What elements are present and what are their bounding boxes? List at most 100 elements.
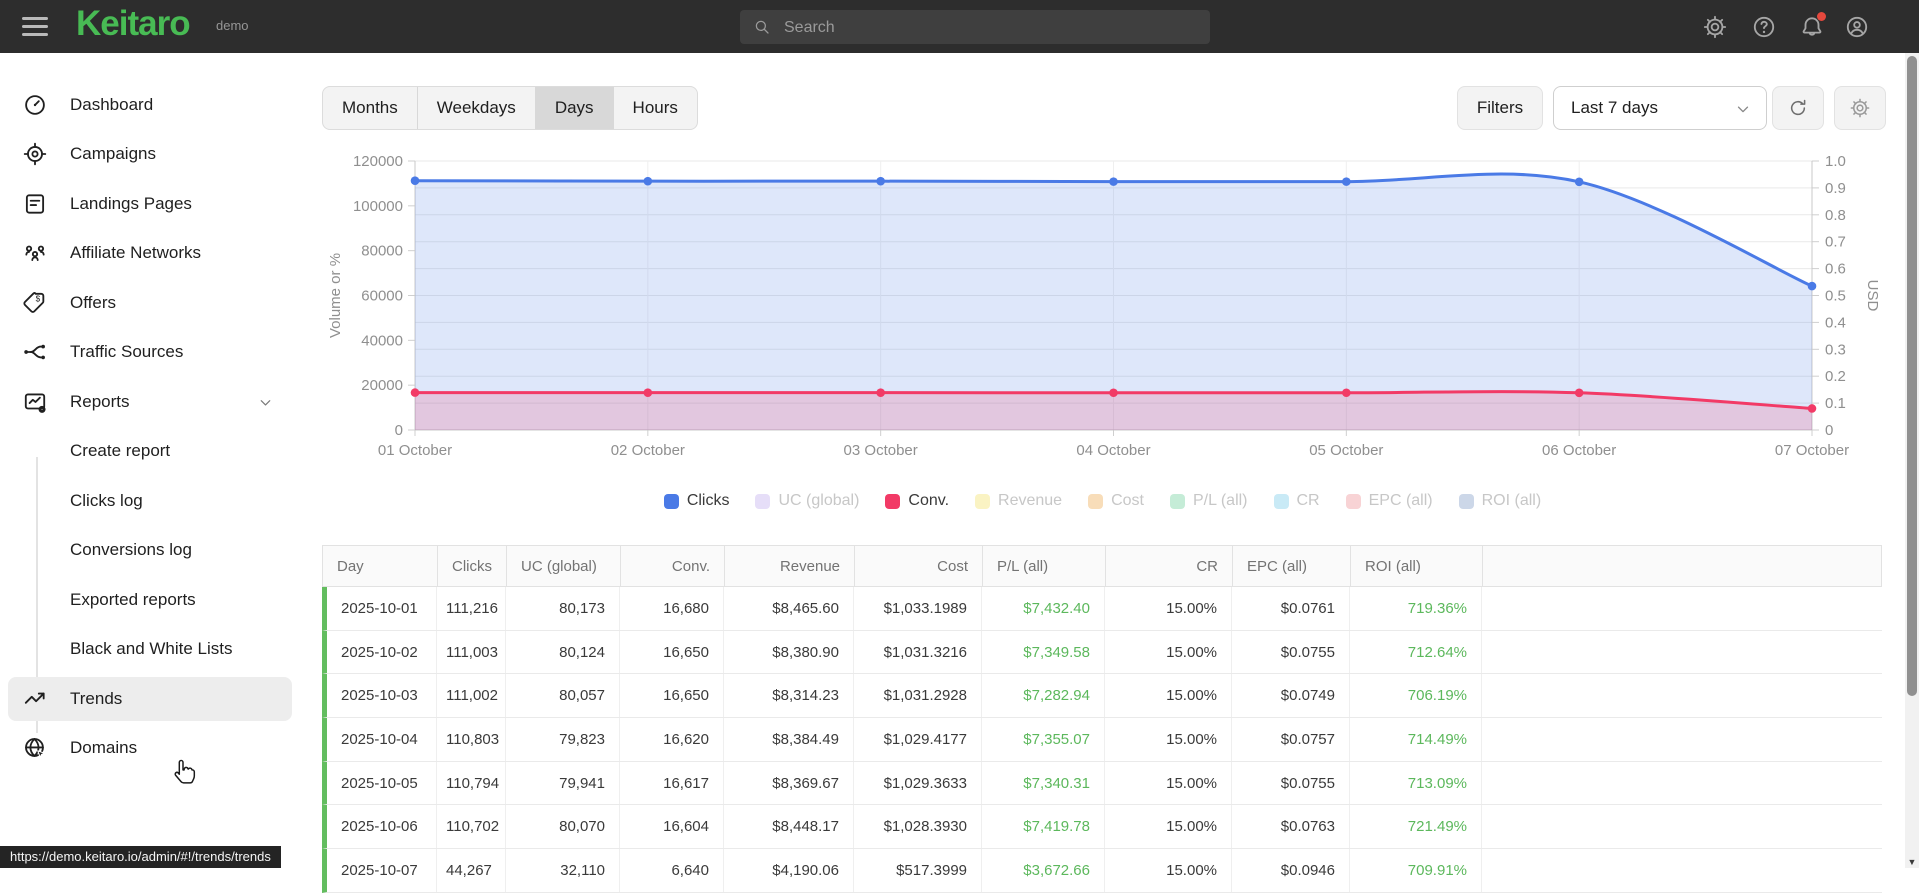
sidebar-item-label: Conversions log bbox=[70, 540, 192, 559]
sidebar-item-create-report[interactable]: Create report bbox=[8, 429, 292, 473]
chart-settings-button[interactable] bbox=[1834, 86, 1886, 130]
campaigns-icon bbox=[22, 141, 48, 167]
sidebar-item-label: Trends bbox=[70, 688, 123, 708]
sidebar-item-exported-reports[interactable]: Exported reports bbox=[8, 578, 292, 622]
svg-text:120000: 120000 bbox=[353, 153, 403, 170]
svg-text:0.3: 0.3 bbox=[1825, 341, 1846, 358]
legend-swatch bbox=[885, 493, 901, 509]
refresh-button[interactable] bbox=[1772, 86, 1824, 130]
sidebar-item-offers[interactable]: $ Offers bbox=[8, 281, 292, 325]
column-header-day[interactable]: Day bbox=[323, 546, 438, 586]
sidebar-item-traffic-sources[interactable]: Traffic Sources bbox=[8, 330, 292, 374]
help-icon[interactable] bbox=[1751, 14, 1777, 40]
cell-epc-all: $0.0761 bbox=[1232, 587, 1350, 630]
cell-cost: $1,029.4177 bbox=[854, 718, 982, 761]
tab-hours[interactable]: Hours bbox=[614, 87, 697, 129]
cell-day: 2025-10-01 bbox=[327, 587, 437, 630]
sidebar-item-domains[interactable]: Domains bbox=[8, 726, 292, 770]
sidebar-item-reports[interactable]: Reports bbox=[8, 380, 292, 424]
column-header-cr[interactable]: CR bbox=[1106, 546, 1233, 586]
scroll-down-arrow[interactable]: ▼ bbox=[1905, 855, 1919, 868]
legend-swatch bbox=[975, 493, 991, 509]
cell-conv: 6,640 bbox=[620, 849, 724, 892]
cell-epc-all: $0.0749 bbox=[1232, 674, 1350, 718]
cell-clicks: 44,267 bbox=[437, 849, 506, 892]
column-header-p-l-all[interactable]: P/L (all) bbox=[983, 546, 1106, 586]
legend-swatch bbox=[1169, 493, 1185, 509]
column-header-uc-global[interactable]: UC (global) bbox=[507, 546, 621, 586]
cell-clicks: 110,702 bbox=[437, 805, 506, 849]
cell-conv: 16,650 bbox=[620, 630, 724, 674]
cell-epc-all: $0.0763 bbox=[1232, 805, 1350, 849]
svg-text:05 October: 05 October bbox=[1309, 442, 1383, 459]
hamburger-menu-icon[interactable] bbox=[22, 17, 48, 36]
notifications-icon[interactable] bbox=[1799, 12, 1826, 40]
legend-swatch bbox=[663, 493, 679, 509]
sidebar-item-affiliate-networks[interactable]: Affiliate Networks bbox=[8, 231, 292, 275]
cell-revenue: $8,448.17 bbox=[724, 805, 854, 849]
cell-p-l-all: $7,282.94 bbox=[982, 674, 1105, 718]
legend-item-p-l-all[interactable]: P/L (all) bbox=[1169, 492, 1248, 510]
legend-item-roi-all[interactable]: ROI (all) bbox=[1458, 492, 1541, 510]
status-url-tooltip: https://demo.keitaro.io/admin/#!/trends/… bbox=[0, 846, 281, 868]
svg-text:60000: 60000 bbox=[361, 288, 403, 305]
gear-icon bbox=[1849, 97, 1871, 119]
date-range-select[interactable]: Last 7 days bbox=[1553, 86, 1767, 130]
tab-days[interactable]: Days bbox=[535, 87, 614, 129]
trends-chart-area: 0 0.1 0.2 0.3 0.4 0.5 0.6 0.7 0.8 0.9 1.0 0 20000 400… bbox=[300, 140, 1919, 470]
traffic-sources-icon bbox=[22, 339, 48, 365]
legend-item-clicks[interactable]: Clicks bbox=[663, 492, 729, 510]
table-row: 2025-10-04 110,803 79,823 16,620 $8,384.49 $1… bbox=[322, 718, 1882, 762]
cell-roi-all: 713.09% bbox=[1350, 761, 1482, 805]
sidebar-item-trends[interactable]: Trends bbox=[8, 676, 292, 721]
cell-revenue: $8,384.49 bbox=[724, 718, 854, 761]
brand-logo[interactable]: Keitaro bbox=[76, 4, 191, 44]
sidebar-item-clicks-log[interactable]: Clicks log bbox=[8, 479, 292, 523]
scrollbar-thumb[interactable] bbox=[1907, 56, 1917, 696]
sidebar-item-campaigns[interactable]: Campaigns bbox=[8, 132, 292, 176]
sidebar-item-dashboard[interactable]: Dashboard bbox=[8, 83, 292, 127]
search-input[interactable] bbox=[782, 10, 1196, 46]
legend-item-uc-global[interactable]: UC (global) bbox=[755, 492, 859, 510]
sidebar-item-conversions-log[interactable]: Conversions log bbox=[8, 528, 292, 572]
cell-clicks: 111,002 bbox=[437, 674, 506, 718]
cell-conv: 16,617 bbox=[620, 761, 724, 805]
svg-text:01 October: 01 October bbox=[378, 442, 452, 459]
column-header-epc-all[interactable]: EPC (all) bbox=[1233, 546, 1351, 586]
legend-item-epc-all[interactable]: EPC (all) bbox=[1345, 492, 1433, 510]
legend-item-cost[interactable]: Cost bbox=[1088, 492, 1144, 510]
cell-cr: 15.00% bbox=[1105, 587, 1232, 630]
settings-icon[interactable] bbox=[1702, 14, 1728, 40]
cell-roi-all: 706.19% bbox=[1350, 674, 1482, 718]
cell-roi-all: 721.49% bbox=[1350, 805, 1482, 849]
tab-months[interactable]: Months bbox=[323, 87, 418, 129]
legend-label: P/L (all) bbox=[1192, 492, 1248, 509]
filters-button[interactable]: Filters bbox=[1457, 86, 1543, 130]
column-header-clicks[interactable]: Clicks bbox=[438, 546, 507, 586]
cell-conv: 16,680 bbox=[620, 587, 724, 630]
cell-revenue: $8,465.60 bbox=[724, 587, 854, 630]
column-header-cost[interactable]: Cost bbox=[855, 546, 983, 586]
svg-text:06 October: 06 October bbox=[1542, 442, 1616, 459]
sidebar-item-label: Black and White Lists bbox=[70, 639, 233, 658]
svg-text:04 October: 04 October bbox=[1076, 442, 1150, 459]
chart-legend: Clicks UC (global) Conv. Revenue Cost P/L (al… bbox=[300, 487, 1905, 515]
account-icon[interactable] bbox=[1844, 14, 1870, 40]
sidebar-item-black-and-white-lists[interactable]: Black and White Lists bbox=[8, 627, 292, 671]
scrollbar[interactable] bbox=[1905, 53, 1919, 868]
legend-item-cr[interactable]: CR bbox=[1273, 492, 1320, 510]
cell-p-l-all: $7,419.78 bbox=[982, 805, 1105, 849]
granularity-tab-group: Months Weekdays Days Hours bbox=[322, 86, 698, 130]
column-header-conv[interactable]: Conv. bbox=[621, 546, 725, 586]
legend-item-revenue[interactable]: Revenue bbox=[975, 492, 1062, 510]
sidebar-item-label: Affiliate Networks bbox=[70, 243, 202, 262]
legend-item-conv[interactable]: Conv. bbox=[885, 492, 949, 510]
svg-text:100000: 100000 bbox=[353, 198, 403, 215]
tab-weekdays[interactable]: Weekdays bbox=[418, 87, 536, 129]
column-header-roi-all[interactable]: ROI (all) bbox=[1351, 546, 1483, 586]
column-header-revenue[interactable]: Revenue bbox=[725, 546, 855, 586]
svg-text:0.4: 0.4 bbox=[1825, 314, 1846, 331]
sidebar-item-landings-pages[interactable]: Landings Pages bbox=[8, 182, 292, 226]
cell-clicks: 111,003 bbox=[437, 630, 506, 674]
cell-filler bbox=[1482, 587, 1882, 630]
